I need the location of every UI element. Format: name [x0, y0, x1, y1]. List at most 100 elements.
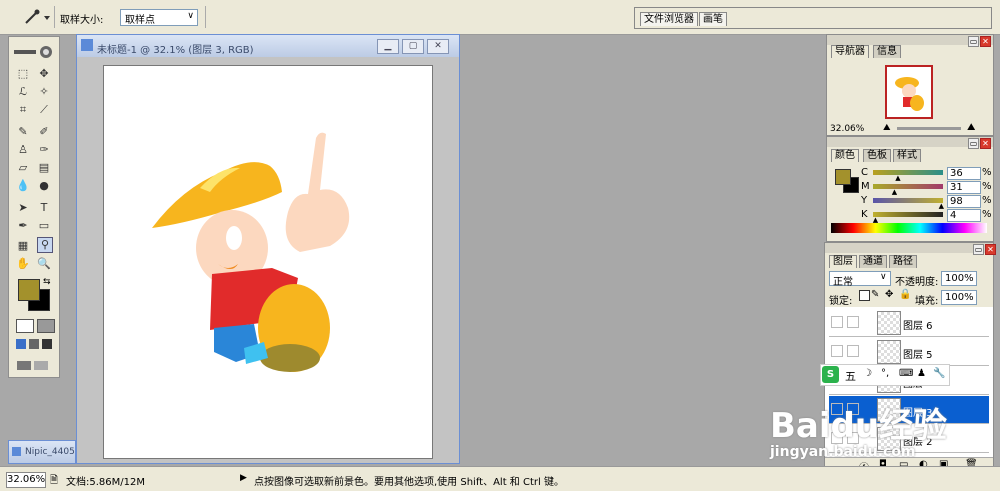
- document-title-bar[interactable]: 未标题-1 @ 32.1% (图层 3, RGB) ▁ ▢ ✕: [77, 35, 459, 57]
- type-tool-icon[interactable]: T: [37, 201, 51, 215]
- lock-transparency-icon[interactable]: [859, 290, 870, 301]
- tab-file-browser[interactable]: 文件浏览器: [640, 12, 698, 26]
- navigator-zoom[interactable]: 32.06%: [830, 124, 864, 134]
- wrench-icon[interactable]: 🔧: [933, 368, 945, 379]
- shape-tool-icon[interactable]: ▭: [37, 219, 51, 233]
- eraser-tool-icon[interactable]: ▱: [16, 161, 30, 175]
- channel-label: K: [861, 209, 868, 220]
- gradient-tool-icon[interactable]: ▤: [37, 161, 51, 175]
- dodge-tool-icon[interactable]: ●: [37, 179, 51, 193]
- brush-tool-icon[interactable]: ✐: [37, 125, 51, 139]
- punctuation-icon[interactable]: °,: [881, 368, 889, 379]
- maximize-button[interactable]: ▢: [402, 39, 424, 54]
- channel-value-input[interactable]: 4: [947, 209, 981, 222]
- adobe-online-icon[interactable]: [12, 45, 56, 59]
- layer-row[interactable]: 图层 6: [829, 309, 989, 337]
- layer-link-toggle[interactable]: [847, 316, 859, 328]
- fill-input[interactable]: 100%: [941, 290, 977, 305]
- layer-visibility-toggle[interactable]: [831, 316, 843, 328]
- tab-info[interactable]: 信息: [873, 45, 901, 58]
- notes-tool-icon[interactable]: ▦: [16, 239, 30, 253]
- minimize-button[interactable]: ▁: [377, 39, 399, 54]
- lock-move-icon[interactable]: ✥: [885, 289, 893, 300]
- layer-visibility-toggle[interactable]: [831, 345, 843, 357]
- tab-color[interactable]: 颜色: [831, 149, 859, 162]
- tab-paths[interactable]: 路径: [889, 255, 917, 268]
- lock-brush-icon[interactable]: ✎: [871, 289, 879, 300]
- lock-all-icon[interactable]: 🔒: [899, 289, 911, 300]
- swap-colors-icon[interactable]: ⇆: [43, 277, 51, 287]
- tab-layers[interactable]: 图层: [829, 255, 857, 268]
- hand-tool-icon[interactable]: ✋: [16, 257, 30, 271]
- standard-mode-icon[interactable]: [16, 319, 34, 333]
- tab-channels[interactable]: 通道: [859, 255, 887, 268]
- status-doc-info[interactable]: 文档:5.86M/12M: [66, 473, 145, 488]
- sample-size-select[interactable]: 取样点 ∨: [120, 9, 198, 26]
- channel-slider[interactable]: [873, 184, 943, 189]
- tab-navigator[interactable]: 导航器: [831, 45, 869, 58]
- slice-tool-icon[interactable]: ⟋: [37, 103, 51, 117]
- panel-minimize-button[interactable]: ▭: [973, 244, 984, 255]
- screen-mode-icon[interactable]: [16, 339, 26, 349]
- panel-minimize-button[interactable]: ▭: [968, 36, 979, 47]
- channel-value-input[interactable]: 98: [947, 195, 981, 208]
- channel-value-input[interactable]: 36: [947, 167, 981, 180]
- panel-close-button[interactable]: ✕: [980, 36, 991, 47]
- crop-tool-icon[interactable]: ⌗: [16, 103, 30, 117]
- panel-minimize-button[interactable]: ▭: [968, 138, 979, 149]
- status-doc-icon: 🗎: [50, 475, 59, 486]
- minimized-document[interactable]: Nipic_4405: [8, 440, 76, 464]
- pen-tool-icon[interactable]: ✒: [16, 219, 30, 233]
- blend-mode-select[interactable]: 正常 ∨: [829, 271, 891, 288]
- zoom-tool-icon[interactable]: 🔍: [37, 257, 51, 271]
- close-button[interactable]: ✕: [427, 39, 449, 54]
- keyboard-icon[interactable]: ⌨: [899, 368, 913, 379]
- color-panel: ▭ ✕ 颜色 色板 样式 C ▲ 36% M ▲ 31% Y ▲ 98% K ▲ 4%: [826, 136, 994, 242]
- color-channel-y: Y ▲ 98%: [827, 195, 993, 210]
- channel-value-input[interactable]: 31: [947, 181, 981, 194]
- blur-tool-icon[interactable]: 💧: [16, 179, 30, 193]
- history-brush-icon[interactable]: ✑: [37, 143, 51, 157]
- lasso-tool-icon[interactable]: ℒ: [16, 85, 30, 99]
- opacity-input[interactable]: 100%: [941, 271, 977, 286]
- zoom-out-icon[interactable]: ⛰: [883, 123, 891, 133]
- eyedropper-tool-preset-button[interactable]: [22, 8, 52, 26]
- toolbar-divider: [205, 6, 206, 28]
- jump-to-imageready-icon[interactable]: [16, 359, 50, 371]
- baidu-watermark-url: jingyan.baidu.com: [770, 444, 916, 460]
- channel-slider[interactable]: [873, 212, 943, 217]
- user-icon[interactable]: ♟: [917, 368, 926, 379]
- ime-mode-label[interactable]: 五: [845, 368, 856, 384]
- layer-link-toggle[interactable]: [847, 345, 859, 357]
- marquee-tool-icon[interactable]: ⬚: [16, 67, 30, 81]
- clone-stamp-icon[interactable]: ♙: [16, 143, 30, 157]
- panel-close-button[interactable]: ✕: [980, 138, 991, 149]
- tab-brushes[interactable]: 画笔: [699, 12, 727, 26]
- color-foreground-swatch[interactable]: [835, 169, 851, 185]
- magic-wand-icon[interactable]: ✧: [37, 85, 51, 99]
- status-arrow-icon[interactable]: ▶: [240, 473, 247, 483]
- eyedropper-tool-icon[interactable]: ⚲: [37, 237, 53, 253]
- quick-mask-icon[interactable]: [37, 319, 55, 333]
- full-screen-icon[interactable]: [42, 339, 52, 349]
- image-canvas[interactable]: [103, 65, 433, 459]
- zoom-slider[interactable]: [897, 127, 961, 130]
- full-screen-menu-icon[interactable]: [29, 339, 39, 349]
- panel-close-button[interactable]: ✕: [985, 244, 996, 255]
- channel-slider[interactable]: [873, 170, 943, 175]
- healing-brush-icon[interactable]: ✎: [16, 125, 30, 139]
- move-tool-icon[interactable]: ✥: [37, 67, 51, 81]
- layer-name: 图层 6: [903, 321, 933, 332]
- status-zoom[interactable]: 32.06%: [6, 472, 46, 488]
- tab-styles[interactable]: 样式: [893, 149, 921, 162]
- path-selection-icon[interactable]: ➤: [16, 201, 30, 215]
- foreground-color-swatch[interactable]: [18, 279, 40, 301]
- sogou-logo-icon[interactable]: S: [822, 366, 839, 383]
- color-ramp[interactable]: [831, 223, 987, 233]
- layer-row[interactable]: 图层 5: [829, 338, 989, 366]
- zoom-in-icon[interactable]: ⛰: [967, 122, 975, 133]
- tab-swatches[interactable]: 色板: [863, 149, 891, 162]
- channel-slider[interactable]: [873, 198, 943, 203]
- moon-icon[interactable]: ☽: [863, 368, 872, 379]
- navigator-preview[interactable]: [885, 65, 933, 119]
